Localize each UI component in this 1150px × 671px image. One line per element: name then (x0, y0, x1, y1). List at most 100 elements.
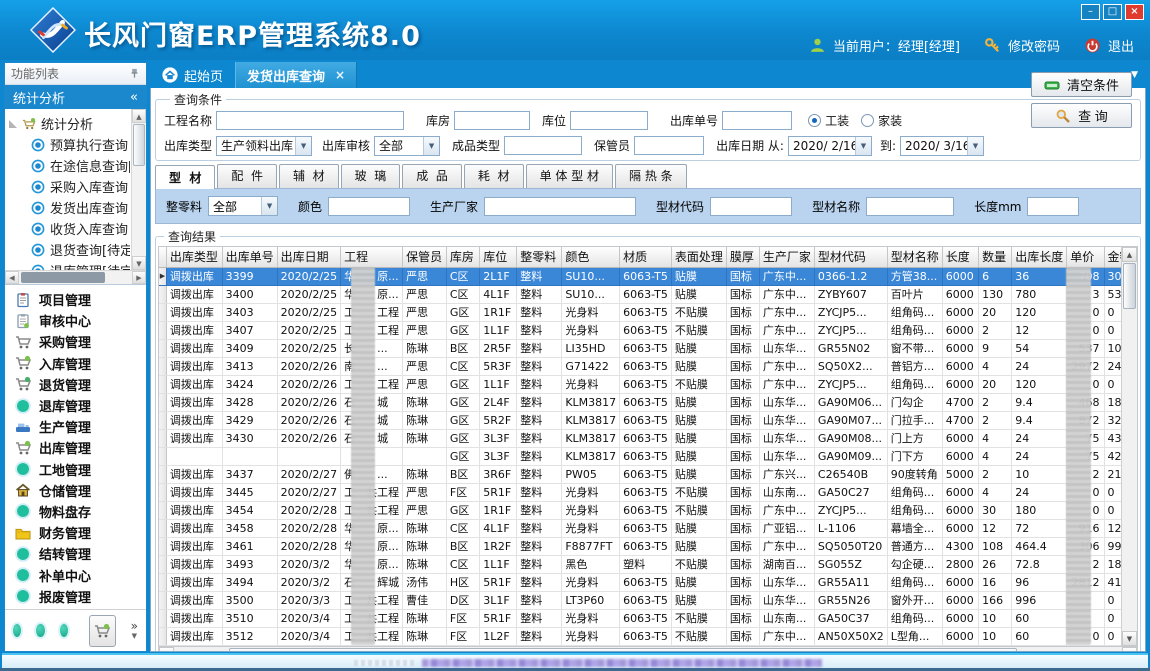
tree-item[interactable]: 发货出库查询 (7, 197, 130, 218)
grid-vertical-scrollbar[interactable]: ▲ ▼ (1121, 247, 1137, 646)
tree-item[interactable]: 退库管理[待定] (7, 260, 130, 270)
pin-icon[interactable] (129, 68, 140, 79)
tree-vertical-scrollbar[interactable]: ▲ ▼ (131, 109, 146, 270)
module-dot-icon[interactable] (60, 624, 68, 637)
tab-overflow-caret-icon[interactable]: ▼ (1131, 70, 1138, 80)
overflow-chevron[interactable]: »▼ (131, 621, 138, 641)
tree-item[interactable]: 采购入库查询 (7, 176, 130, 197)
profile-code-input[interactable] (710, 197, 792, 216)
column-header[interactable]: 保管员 (403, 247, 447, 267)
module-dot-icon[interactable] (13, 624, 21, 637)
column-header[interactable]: 整零料 (517, 247, 562, 267)
column-header[interactable]: 材质 (620, 247, 672, 267)
sidebar-module-审核中心[interactable]: 审核中心 (15, 311, 146, 331)
clear-conditions-button[interactable]: 清空条件 (1031, 88, 1132, 97)
module-dot-icon[interactable] (36, 624, 44, 637)
table-row[interactable]: ▶调拨出库33992020/2/25华 原...严思C区2L1F整料SU10..… (159, 267, 1137, 285)
table-row[interactable]: 调拨出库34072020/2/25工 工程严思G区1L1F整料光身料6063-T… (159, 321, 1137, 339)
column-header[interactable]: 出库日期 (277, 247, 340, 267)
scroll-right-icon[interactable]: ▶ (132, 271, 146, 284)
scroll-down-icon[interactable]: ▼ (1122, 631, 1137, 646)
tree-horizontal-scrollbar[interactable]: ◀ ▶ (5, 270, 146, 284)
table-row[interactable]: 调拨出库35002020/3/3工 共工程曹佳D区3L1F整料LT3P60606… (159, 591, 1137, 609)
out-audit-select[interactable]: 全部▼ (374, 136, 440, 156)
logout-link[interactable]: 退出 (1108, 36, 1134, 55)
tab-shipment-query[interactable]: 发货出库查询 × (235, 62, 357, 88)
subtab-5[interactable]: 成 品 (402, 164, 462, 188)
grid-vscroll-thumb[interactable] (1123, 263, 1136, 309)
table-row[interactable]: 调拨出库34092020/2/25长 ...陈琳B区2R5F整料LI35HD60… (159, 339, 1137, 357)
sidebar-module-结转管理[interactable]: 结转管理 (15, 544, 146, 564)
column-header[interactable]: 数量 (979, 247, 1012, 267)
maker-input[interactable] (484, 197, 636, 216)
tree-item[interactable]: 收货入库查询 (7, 218, 130, 239)
tree-root-item[interactable]: 统计分析 (7, 113, 130, 134)
scroll-left-icon[interactable]: ◀ (159, 647, 174, 653)
column-header[interactable]: 膜厚 (726, 247, 759, 267)
table-row[interactable]: 调拨出库34452020/2/27工 共工程严思F区5R1F整料光身料6063-… (159, 483, 1137, 501)
table-row[interactable]: 调拨出库34372020/2/27佛 ...陈琳B区3R6F整料PW056063… (159, 465, 1137, 483)
tab-close-icon[interactable]: × (335, 68, 345, 82)
scroll-up-icon[interactable]: ▲ (1122, 247, 1137, 262)
radio-jiazhuang[interactable]: 家装 (861, 112, 902, 129)
table-row[interactable]: 调拨出库35122020/3/4工 共工程陈琳F区1L2F整料光身料6063-T… (159, 627, 1137, 645)
column-header[interactable]: 工程 (341, 247, 403, 267)
subtab-6[interactable]: 耗 材 (464, 164, 524, 188)
subtab-3[interactable]: 辅 材 (279, 164, 339, 188)
sidebar-module-报废管理[interactable]: 报废管理 (15, 586, 146, 606)
tree-expander-icon[interactable] (9, 120, 17, 128)
subtab-4[interactable]: 玻 璃 (341, 164, 401, 188)
table-row[interactable]: 调拨出库34282020/2/26石 城陈琳G区2L4F整料KLM3817606… (159, 393, 1137, 411)
sidebar-module-退货管理[interactable]: 退货管理 (15, 374, 146, 394)
sidebar-group-header[interactable]: 统计分析 « (5, 85, 146, 109)
date-to-picker[interactable]: 2020/ 3/16▼ (900, 136, 984, 156)
table-row[interactable]: 调拨出库35102020/3/4工 共工程陈琳F区5R1F整料光身料6063-T… (159, 609, 1137, 627)
table-row[interactable]: 调拨出库34942020/3/2石 辉城汤伟H区5R1F整料光身料6063-T5… (159, 573, 1137, 591)
column-header[interactable]: 出库类型 (166, 247, 222, 267)
subtab-2[interactable]: 配 件 (217, 164, 277, 188)
scroll-right-icon[interactable]: ▶ (1122, 647, 1137, 653)
column-header[interactable]: 颜色 (562, 247, 620, 267)
product-type-input[interactable] (504, 136, 582, 155)
table-row[interactable]: 调拨出库34132020/2/26南 ...严思C区5R3F整料G7142260… (159, 357, 1137, 375)
location-input[interactable] (570, 111, 648, 130)
table-row[interactable]: G区3L3F整料KLM38176063-T5贴膜国标山东华...GA90M09.… (159, 447, 1137, 465)
grid-horizontal-scrollbar[interactable]: ◀ ▶ (158, 647, 1138, 653)
scroll-down-icon[interactable]: ▼ (132, 256, 146, 270)
keeper-input[interactable] (634, 136, 704, 155)
color-input[interactable] (328, 197, 410, 216)
radio-gongzhuang[interactable]: 工装 (808, 112, 849, 129)
minimize-button[interactable]: – (1081, 4, 1100, 20)
date-from-picker[interactable]: 2020/ 2/16▼ (788, 136, 872, 156)
sidebar-module-补单中心[interactable]: 补单中心 (15, 565, 146, 585)
sidebar-module-项目管理[interactable]: 项目管理 (15, 290, 146, 310)
module-overflow-button[interactable] (89, 615, 116, 647)
order-no-input[interactable] (722, 111, 792, 130)
column-header[interactable]: 单价 (1067, 247, 1104, 267)
grid-hscroll-thumb[interactable] (229, 648, 1017, 653)
tree-scroll-thumb[interactable] (133, 124, 145, 166)
column-header[interactable]: 库房 (446, 247, 479, 267)
sidebar-module-财务管理[interactable]: 财务管理 (15, 523, 146, 543)
project-name-input[interactable] (216, 111, 404, 130)
table-row[interactable]: 调拨出库34932020/3/2华 原...陈琳C区1L1F整料黑色塑料不贴膜国… (159, 555, 1137, 573)
sidebar-module-入库管理[interactable]: 入库管理 (15, 353, 146, 373)
column-header[interactable]: 型材代码 (814, 247, 887, 267)
table-row[interactable]: 调拨出库34582020/2/28华 原...陈琳C区4L1F整料光身料6063… (159, 519, 1137, 537)
close-button[interactable]: × (1125, 4, 1144, 20)
subtab-7[interactable]: 单 体 型 材 (526, 164, 613, 188)
table-row[interactable]: 调拨出库34542020/2/28工 共工程严思G区1R1F整料光身料6063-… (159, 501, 1137, 519)
sidebar-module-仓储管理[interactable]: 仓储管理 (15, 480, 146, 500)
profile-name-input[interactable] (866, 197, 954, 216)
sidebar-module-物料盘存[interactable]: 物料盘存 (15, 501, 146, 521)
change-password-link[interactable]: 修改密码 (1008, 36, 1060, 55)
tree-item[interactable]: 退货查询[待定] (7, 239, 130, 260)
subtab-1[interactable]: 型 材 (155, 165, 215, 189)
whole-part-select[interactable]: 全部▼ (208, 196, 278, 216)
tab-start-page[interactable]: 起始页 (150, 62, 235, 88)
collapse-icon[interactable]: « (130, 90, 138, 105)
sidebar-module-工地管理[interactable]: 工地管理 (15, 459, 146, 479)
sidebar-module-退库管理[interactable]: 退库管理 (15, 396, 146, 416)
warehouse-input[interactable] (454, 111, 530, 130)
column-header[interactable]: 库位 (480, 247, 517, 267)
